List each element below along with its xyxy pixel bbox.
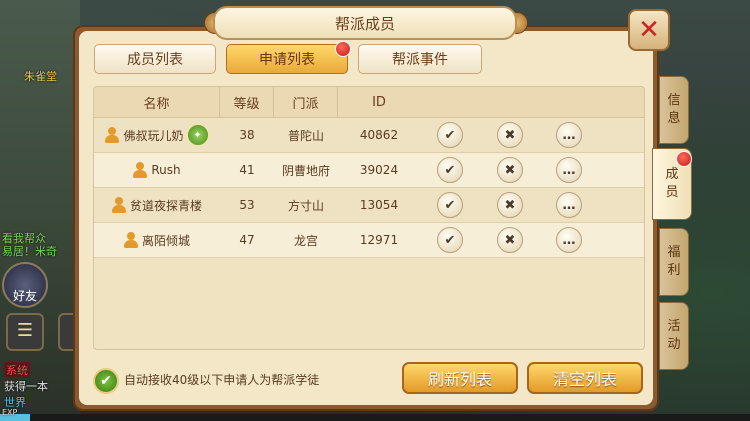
person-icon [105,127,120,143]
auto-accept-checkbox[interactable]: ✔ [93,368,119,394]
level-cell: 38 [239,128,255,142]
system-tag: 系统 [4,362,30,378]
exp-label: EXP [2,408,18,417]
id-cell: 12971 [359,233,399,247]
sect-cell: 普陀山 [287,128,324,143]
id-cell: 13054 [359,198,399,212]
checkmark-icon: ✔ [100,373,112,389]
experience-bar [0,414,750,421]
id-cell: 39024 [359,163,399,177]
applicant-name: 贫道夜探青楼 [129,198,202,213]
person-icon [133,162,148,178]
header-sect: 门派 [274,87,338,117]
table-row: 佛叔玩儿奶 ✦ 38 普陀山 40862 ✔ ✖ … [94,118,644,153]
side-tab-info[interactable]: 信 息 [659,76,689,144]
window-title: 帮派成员 [213,6,517,40]
sect-cell: 龙宫 [293,233,318,248]
accept-button[interactable]: ✔ [437,227,463,253]
applicant-table: 名称 等级 门派 ID 佛叔玩儿奶 ✦ 38 普陀山 40862 ✔ ✖ … R… [93,86,645,350]
header-name: 名称 [94,87,220,117]
tab-application-list[interactable]: 申请列表 [226,44,348,74]
table-row: Rush 41 阴曹地府 39024 ✔ ✖ … [94,153,644,188]
reject-button[interactable]: ✖ [497,157,523,183]
name-cell: 佛叔玩儿奶 ✦ [94,118,220,152]
level-cell: 53 [239,198,255,212]
character-name-tag: 朱雀堂 [24,70,57,83]
chat-button[interactable]: ☰ [6,313,44,351]
side-tab-info-label: 信 息 [667,93,681,126]
reject-button[interactable]: ✖ [497,227,523,253]
person-icon [123,232,138,248]
level-cell: 47 [239,233,255,247]
clear-list-button[interactable]: 清空列表 [527,362,643,394]
table-header: 名称 等级 门派 ID [94,87,644,118]
chat-bubble-button[interactable]: … [556,192,582,218]
name-cell: Rush [94,153,220,187]
id-cell: 40862 [359,128,399,142]
game-scene-left [0,0,80,421]
sect-cell: 阴曹地府 [281,163,330,178]
notification-dot [335,41,351,57]
accept-button[interactable]: ✔ [437,157,463,183]
accept-button[interactable]: ✔ [437,122,463,148]
accept-button[interactable]: ✔ [437,192,463,218]
auto-accept-label: 自动接收40级以下申请人为帮派学徒 [124,373,320,387]
reject-button[interactable]: ✖ [497,122,523,148]
name-cell: 贫道夜探青楼 [94,188,220,222]
table-row: 贫道夜探青楼 53 方寸山 13054 ✔ ✖ … [94,188,644,223]
friend-label: 好友 [12,289,37,303]
chat-bubble-button[interactable]: … [556,227,582,253]
close-icon: ✕ [638,15,660,45]
header-id: ID [372,94,386,110]
applicant-name: Rush [151,163,181,177]
level-cell: 41 [239,163,255,177]
side-tab-activity-label: 活 动 [667,319,681,352]
guild-line-2: 易居！米奇 [2,245,57,258]
side-tab-members-label: 成 员 [665,167,679,200]
close-button[interactable]: ✕ [628,9,670,51]
tab-guild-events[interactable]: 帮派事件 [358,44,482,74]
applicant-name: 佛叔玩儿奶 [123,128,184,143]
name-cell: 离陌倾城 [94,223,220,257]
side-tab-welfare-label: 福 利 [667,245,681,278]
sect-cell: 方寸山 [287,198,324,213]
system-message: 获得一本 [4,380,48,393]
reject-button[interactable]: ✖ [497,192,523,218]
table-row: 离陌倾城 47 龙宫 12971 ✔ ✖ … [94,223,644,258]
header-level: 等级 [220,87,274,117]
refresh-list-button[interactable]: 刷新列表 [402,362,518,394]
person-icon [111,197,126,213]
chat-bubble-button[interactable]: … [556,157,582,183]
applicant-name: 离陌倾城 [141,233,190,248]
rank-badge-icon: ✦ [186,124,209,146]
side-tab-welfare[interactable]: 福 利 [659,228,689,296]
chat-bubble-icon: ☰ [16,320,34,341]
members-notification-dot [676,151,692,167]
tab-member-list[interactable]: 成员列表 [94,44,216,74]
side-tab-activity[interactable]: 活 动 [659,302,689,370]
chat-bubble-button[interactable]: … [556,122,582,148]
friend-button[interactable]: 好友 [2,262,48,308]
